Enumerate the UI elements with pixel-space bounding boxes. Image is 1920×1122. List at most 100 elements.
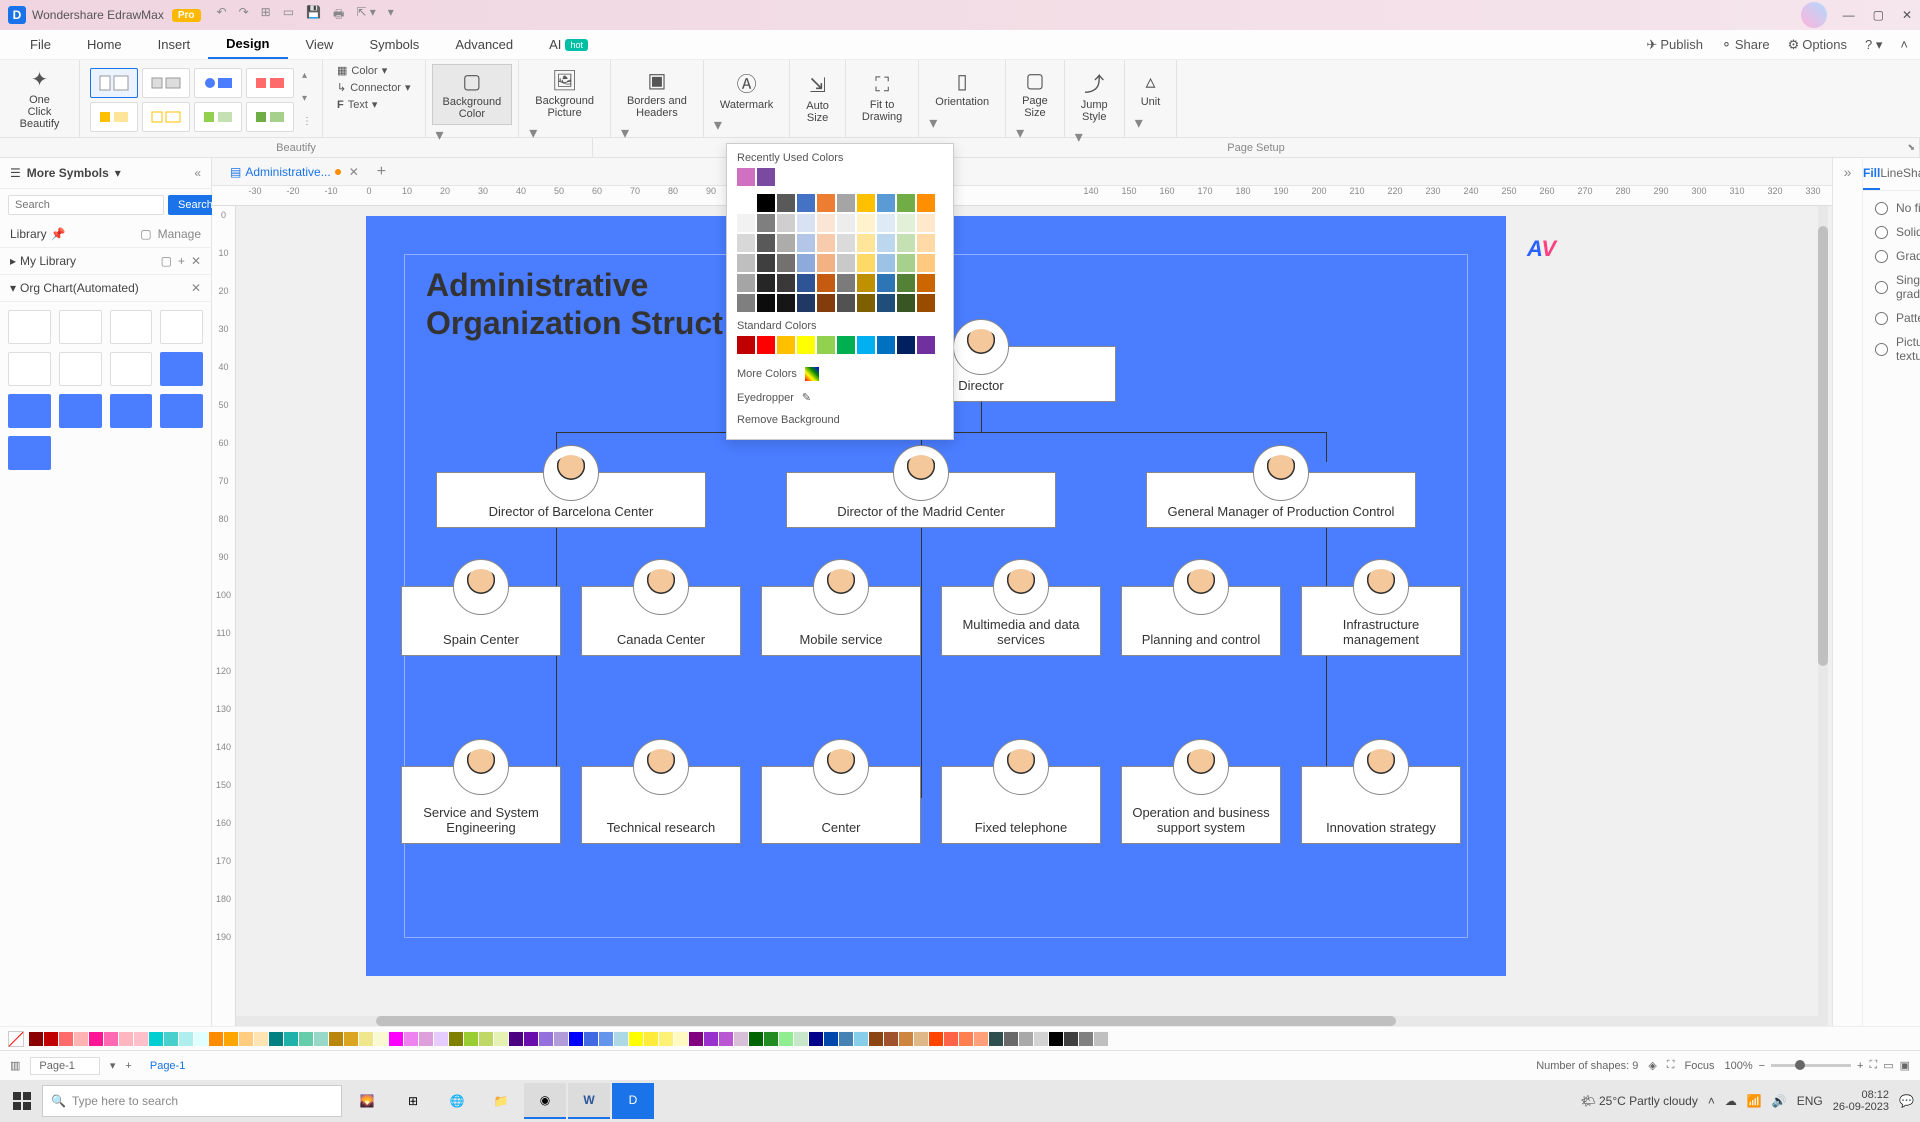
gallery-down-icon[interactable]: ▾ — [302, 93, 312, 104]
color-swatch[interactable] — [897, 254, 915, 272]
color-swatch[interactable] — [884, 1032, 898, 1046]
fill-option[interactable]: Single color gradient fill — [1875, 273, 1920, 301]
color-swatch[interactable] — [817, 254, 835, 272]
shape-thumbnail[interactable] — [160, 394, 203, 428]
tray-language[interactable]: ENG — [1797, 1094, 1823, 1108]
color-swatch[interactable] — [837, 214, 855, 232]
color-swatch[interactable] — [897, 214, 915, 232]
open-icon[interactable]: ▭ — [283, 5, 294, 26]
user-avatar[interactable] — [1801, 2, 1827, 28]
color-swatch[interactable] — [779, 1032, 793, 1046]
help-icon[interactable]: ? ▾ — [1865, 37, 1882, 53]
color-swatch[interactable] — [989, 1032, 1003, 1046]
color-swatch[interactable] — [737, 168, 755, 186]
color-swatch[interactable] — [777, 214, 795, 232]
color-swatch[interactable] — [857, 294, 875, 312]
color-swatch[interactable] — [737, 194, 755, 212]
publish-button[interactable]: ✈ Publish — [1646, 37, 1703, 53]
color-swatch[interactable] — [569, 1032, 583, 1046]
color-swatch[interactable] — [877, 234, 895, 252]
page-size-button[interactable]: ▢Page Size — [1012, 64, 1058, 123]
color-swatch[interactable] — [119, 1032, 133, 1046]
auto-size-button[interactable]: ⇲Auto Size — [796, 64, 839, 133]
chevron-down-icon[interactable]: ▾ — [710, 115, 783, 135]
color-swatch[interactable] — [749, 1032, 763, 1046]
color-swatch[interactable] — [817, 194, 835, 212]
color-swatch[interactable] — [757, 336, 775, 354]
shape-thumbnail[interactable] — [160, 310, 203, 344]
tray-onedrive-icon[interactable]: ☁ — [1725, 1094, 1737, 1108]
color-swatch[interactable] — [359, 1032, 373, 1046]
color-swatch[interactable] — [837, 274, 855, 292]
chevron-down-icon[interactable]: ▾ — [925, 113, 999, 133]
add-tab-button[interactable]: + — [377, 163, 386, 181]
page-tab[interactable]: Page-1 — [142, 1060, 193, 1072]
color-swatch[interactable] — [194, 1032, 208, 1046]
export-icon[interactable]: ⇱ ▾ — [356, 5, 375, 26]
color-swatch[interactable] — [777, 234, 795, 252]
color-swatch[interactable] — [777, 294, 795, 312]
menu-design[interactable]: Design — [208, 30, 287, 59]
canvas[interactable]: Administrative Organization Struct AV Di… — [236, 206, 1832, 1026]
color-swatch[interactable] — [434, 1032, 448, 1046]
menu-symbols[interactable]: Symbols — [351, 30, 437, 59]
fill-option[interactable]: Gradient fill — [1875, 249, 1920, 263]
theme-preset[interactable] — [90, 102, 138, 132]
org-node[interactable]: Director of Barcelona Center — [436, 472, 706, 528]
taskbar-clock[interactable]: 08:1226-09-2023 — [1833, 1089, 1889, 1113]
close-tab-icon[interactable]: ✕ — [349, 165, 359, 179]
redo-icon[interactable]: ↷ — [239, 5, 249, 26]
color-swatch[interactable] — [737, 254, 755, 272]
org-node[interactable]: Planning and control — [1121, 586, 1281, 656]
jump-style-button[interactable]: ⤴Jump Style — [1071, 64, 1118, 127]
focus-icon[interactable]: ⛶ — [1667, 1059, 1675, 1072]
color-swatch[interactable] — [944, 1032, 958, 1046]
my-library-label[interactable]: My Library — [20, 254, 76, 268]
color-swatch[interactable] — [539, 1032, 553, 1046]
menu-insert[interactable]: Insert — [140, 30, 209, 59]
color-swatch[interactable] — [897, 294, 915, 312]
color-swatch[interactable] — [224, 1032, 238, 1046]
color-swatch[interactable] — [1049, 1032, 1063, 1046]
org-node[interactable]: Fixed telephone — [941, 766, 1101, 844]
color-swatch[interactable] — [897, 234, 915, 252]
taskbar-explorer-icon[interactable]: 📁 — [480, 1083, 522, 1119]
gallery-more-icon[interactable]: ⋮ — [302, 116, 312, 127]
color-swatch[interactable] — [419, 1032, 433, 1046]
horizontal-scrollbar[interactable] — [236, 1016, 1818, 1026]
color-swatch[interactable] — [464, 1032, 478, 1046]
org-node[interactable]: Canada Center — [581, 586, 741, 656]
collapse-icon[interactable]: ▾ — [10, 281, 16, 295]
focus-label[interactable]: Focus — [1685, 1060, 1715, 1072]
shape-thumbnail[interactable] — [110, 394, 153, 428]
color-swatch[interactable] — [857, 274, 875, 292]
color-swatch[interactable] — [614, 1032, 628, 1046]
color-swatch[interactable] — [914, 1032, 928, 1046]
color-swatch[interactable] — [809, 1032, 823, 1046]
tray-wifi-icon[interactable]: 📶 — [1747, 1094, 1762, 1108]
color-swatch[interactable] — [777, 254, 795, 272]
task-view-icon[interactable]: ⊞ — [392, 1083, 434, 1119]
theme-preset[interactable] — [246, 102, 294, 132]
color-swatch[interactable] — [837, 234, 855, 252]
color-swatch[interactable] — [1034, 1032, 1048, 1046]
orientation-button[interactable]: ▯Orientation — [925, 64, 999, 113]
org-node[interactable]: Infrastructure management — [1301, 586, 1461, 656]
color-dropdown[interactable]: ▦ Color ▾ — [337, 64, 411, 77]
layers-icon[interactable]: ◈ — [1648, 1059, 1656, 1072]
remove-background-button[interactable]: Remove Background — [737, 409, 943, 431]
shape-thumbnail[interactable] — [110, 310, 153, 344]
color-swatch[interactable] — [737, 274, 755, 292]
menu-home[interactable]: Home — [69, 30, 140, 59]
org-node[interactable]: Mobile service — [761, 586, 921, 656]
color-swatch[interactable] — [737, 234, 755, 252]
color-swatch[interactable] — [777, 194, 795, 212]
news-widget[interactable]: 🌄 — [346, 1085, 388, 1117]
fill-option[interactable]: Picture or texture fill — [1875, 335, 1920, 363]
shape-thumbnail[interactable] — [8, 310, 51, 344]
taskbar-edge-icon[interactable]: 🌐 — [436, 1083, 478, 1119]
color-swatch[interactable] — [824, 1032, 838, 1046]
color-swatch[interactable] — [757, 294, 775, 312]
color-swatch[interactable] — [719, 1032, 733, 1046]
color-swatch[interactable] — [917, 254, 935, 272]
